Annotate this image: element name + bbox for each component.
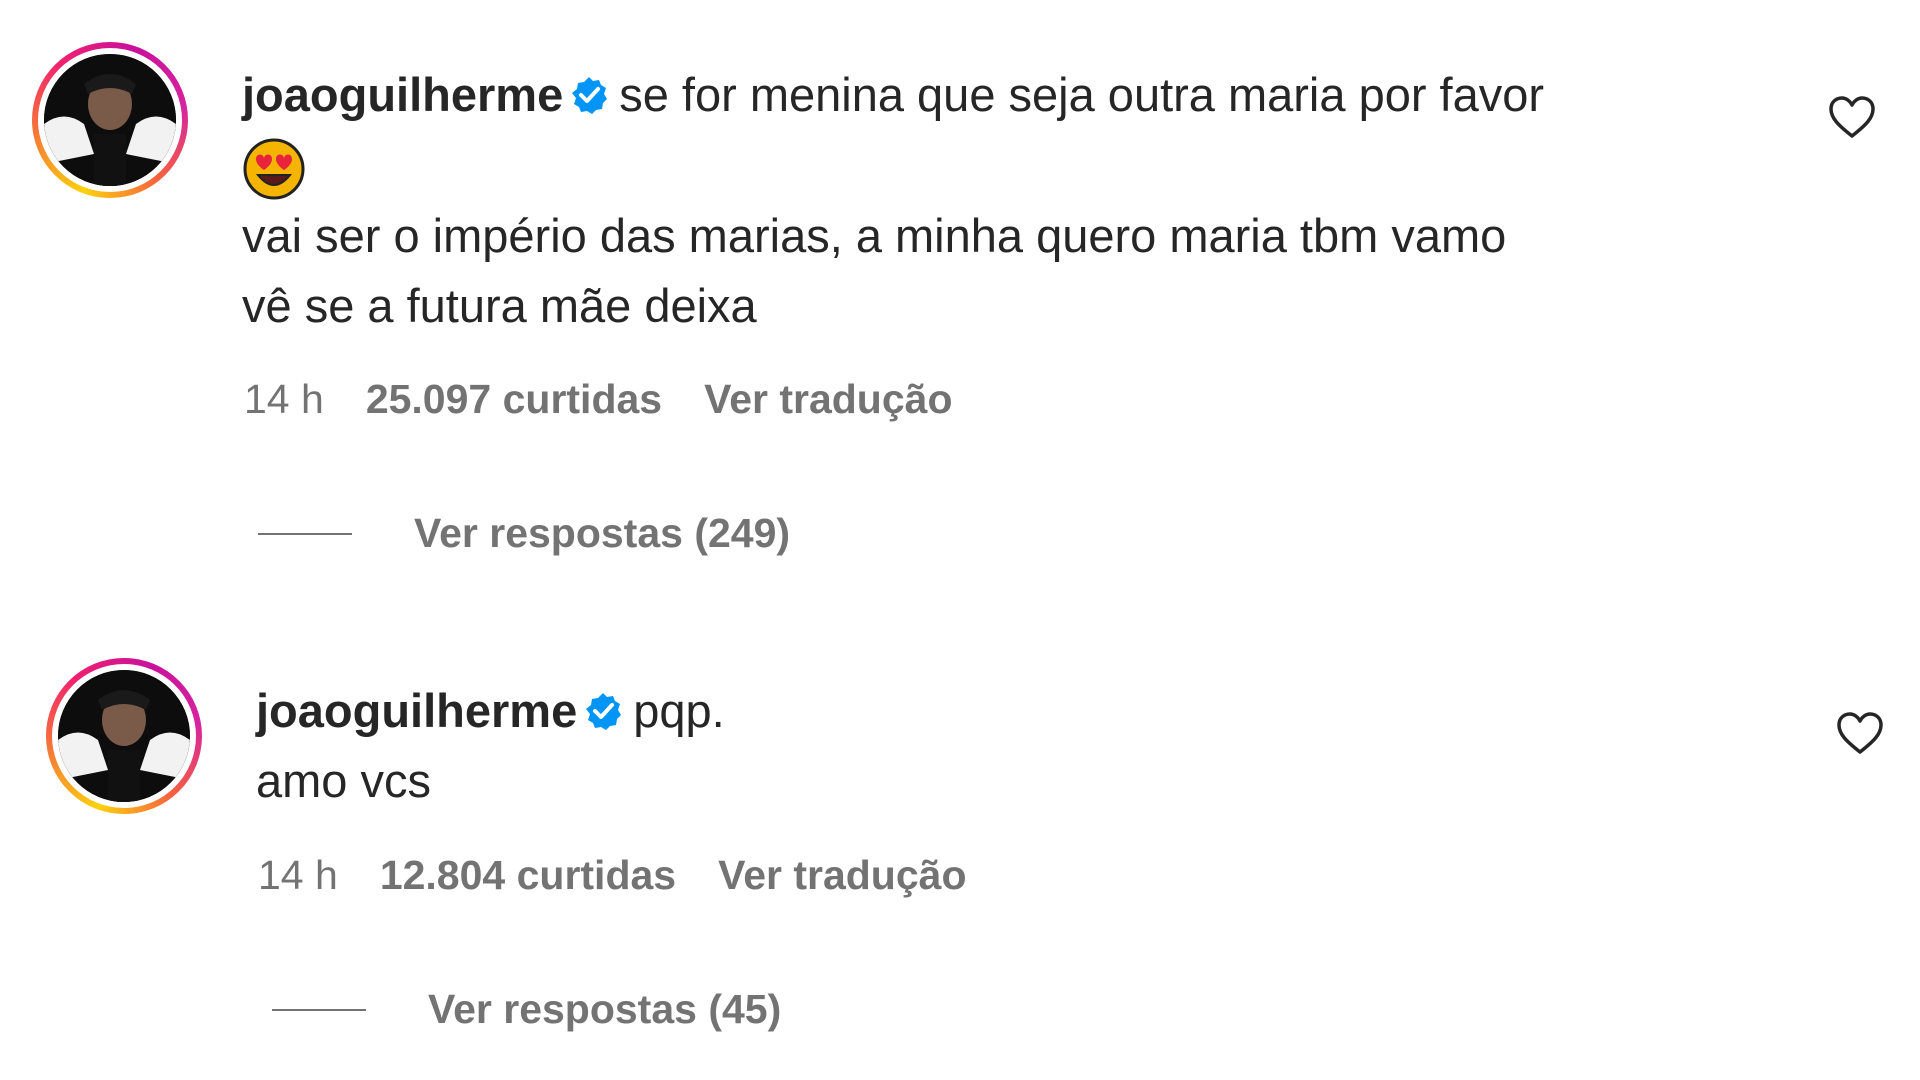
likes-count[interactable]: 12.804 curtidas [380, 852, 676, 898]
comment-text: pqp. [633, 684, 725, 737]
translate-button[interactable]: Ver tradução [718, 852, 966, 898]
like-heart-icon[interactable] [1826, 92, 1878, 144]
comment-meta: 14 h 12.804 curtidas Ver tradução [258, 852, 1009, 899]
avatar[interactable] [46, 658, 202, 814]
timestamp[interactable]: 14 h [258, 852, 338, 898]
username[interactable]: joaoguilherme [242, 68, 563, 121]
heart-eyes-emoji-icon [243, 138, 305, 200]
comment-body: joaoguilherme pqp. amo vcs [256, 676, 1786, 816]
username[interactable]: joaoguilherme [256, 684, 577, 737]
comment-meta: 14 h 25.097 curtidas Ver tradução [244, 376, 995, 423]
view-replies-button[interactable]: Ver respostas (249) [258, 510, 790, 557]
likes-count[interactable]: 25.097 curtidas [366, 376, 662, 422]
replies-divider [272, 1008, 366, 1011]
comment-body: joaoguilherme se for menina que seja out… [242, 60, 1772, 341]
comment-text-line: amo vcs [256, 754, 431, 807]
avatar-photo [58, 670, 190, 802]
like-heart-icon[interactable] [1834, 708, 1886, 760]
verified-badge-icon [586, 692, 622, 730]
comment-text: se for menina que seja outra maria por f… [619, 68, 1545, 121]
view-replies-label: Ver respostas (45) [428, 986, 782, 1032]
view-replies-button[interactable]: Ver respostas (45) [272, 986, 781, 1033]
view-replies-label: Ver respostas (249) [414, 510, 791, 556]
avatar[interactable] [32, 42, 188, 198]
verified-badge-icon [572, 76, 608, 114]
timestamp[interactable]: 14 h [244, 376, 324, 422]
comment-text-line: vai ser o império das marias, a minha qu… [242, 208, 1507, 262]
replies-divider [258, 532, 352, 535]
translate-button[interactable]: Ver tradução [704, 376, 952, 422]
avatar-photo [44, 54, 176, 186]
comment-text-line: vê se a futura mãe deixa [242, 278, 757, 332]
